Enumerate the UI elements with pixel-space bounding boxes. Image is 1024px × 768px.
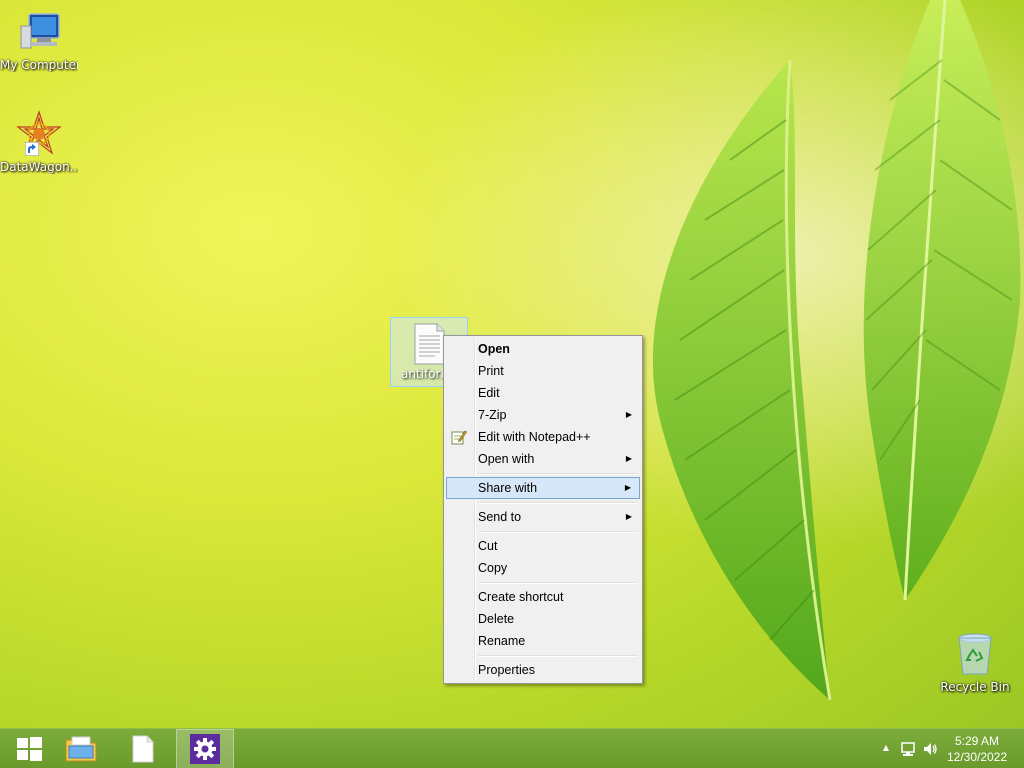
- taskbar-settings[interactable]: [176, 729, 234, 768]
- menu-separator: [476, 652, 640, 659]
- menu-item-cut[interactable]: Cut: [446, 535, 640, 557]
- menu-item-delete[interactable]: Delete: [446, 608, 640, 630]
- menu-item-label: Send to: [478, 510, 522, 524]
- desktop-icon-label: My Computer: [0, 58, 78, 72]
- menu-item-label: Share with: [478, 481, 538, 495]
- taskbar: ▲ 5:29 AM 12/30/2022: [0, 728, 1024, 768]
- system-tray: ▲ 5:29 AM 12/30/2022: [864, 729, 1024, 768]
- menu-item-label: Open: [478, 342, 510, 356]
- windows-logo-icon: [17, 737, 42, 761]
- computer-icon: [15, 8, 63, 56]
- menu-item-edit[interactable]: Edit: [446, 382, 640, 404]
- submenu-arrow-icon: ▶: [625, 410, 632, 419]
- clock-time: 5:29 AM: [954, 734, 1000, 748]
- menu-item-label: Edit with Notepad++: [478, 430, 591, 444]
- taskbar-clock[interactable]: 5:29 AM 12/30/2022: [942, 733, 1012, 765]
- taskbar-file-explorer[interactable]: [52, 729, 110, 768]
- volume-icon[interactable]: [922, 741, 938, 757]
- settings-icon: [190, 734, 220, 764]
- network-icon[interactable]: [900, 741, 916, 757]
- submenu-arrow-icon: ▶: [625, 512, 632, 521]
- document-icon: [132, 735, 154, 763]
- taskbar-document[interactable]: [114, 729, 172, 768]
- menu-item-label: Print: [478, 364, 504, 378]
- menu-item-print[interactable]: Print: [446, 360, 640, 382]
- menu-item-properties[interactable]: Properties: [446, 659, 640, 681]
- menu-item-7zip[interactable]: 7-Zip ▶: [446, 404, 640, 426]
- context-menu: Open Print Edit 7-Zip ▶ Edit with Notepad…: [443, 335, 643, 684]
- menu-item-label: Edit: [478, 386, 500, 400]
- desktop-icon-recycle-bin[interactable]: Recycle Bin: [936, 630, 1014, 694]
- menu-item-label: Open with: [478, 452, 535, 466]
- menu-item-create-shortcut[interactable]: Create shortcut: [446, 586, 640, 608]
- menu-item-open[interactable]: Open: [446, 338, 640, 360]
- menu-item-label: Create shortcut: [478, 590, 564, 604]
- menu-item-label: Delete: [478, 612, 515, 626]
- menu-separator: [476, 579, 640, 586]
- shortcut-arrow-icon: [25, 142, 39, 156]
- start-button[interactable]: [0, 729, 58, 768]
- recycle-bin-icon: [951, 630, 999, 678]
- menu-item-label: Cut: [478, 539, 498, 553]
- datawagon-star-icon: [15, 110, 63, 158]
- submenu-arrow-icon: ▶: [625, 454, 632, 463]
- menu-item-label: Properties: [478, 663, 535, 677]
- menu-item-open-with[interactable]: Open with ▶: [446, 448, 640, 470]
- desktop-icon-label: Recycle Bin: [940, 680, 1010, 694]
- desktop-icon-my-computer[interactable]: My Computer: [0, 8, 78, 72]
- desktop-icon-datawagon[interactable]: DataWagon...: [0, 110, 78, 174]
- show-hidden-icons-button[interactable]: ▲: [878, 740, 894, 756]
- menu-item-label: Rename: [478, 634, 526, 648]
- desktop-icon-label: DataWagon...: [0, 160, 78, 174]
- menu-item-label: 7-Zip: [478, 408, 507, 422]
- notepadpp-icon: [451, 430, 467, 445]
- text-document-icon: [413, 323, 445, 365]
- menu-item-rename[interactable]: Rename: [446, 630, 640, 652]
- menu-separator: [476, 470, 640, 477]
- folder-icon: [65, 736, 97, 762]
- menu-item-label: Copy: [478, 561, 508, 575]
- menu-item-share-with[interactable]: Share with ▶: [446, 477, 640, 499]
- menu-separator: [476, 499, 640, 506]
- menu-item-copy[interactable]: Copy: [446, 557, 640, 579]
- submenu-arrow-icon: ▶: [624, 483, 631, 492]
- menu-separator: [476, 528, 640, 535]
- menu-item-send-to[interactable]: Send to ▶: [446, 506, 640, 528]
- clock-date: 12/30/2022: [946, 750, 1008, 764]
- menu-item-edit-with-notepadpp[interactable]: Edit with Notepad++: [446, 426, 640, 448]
